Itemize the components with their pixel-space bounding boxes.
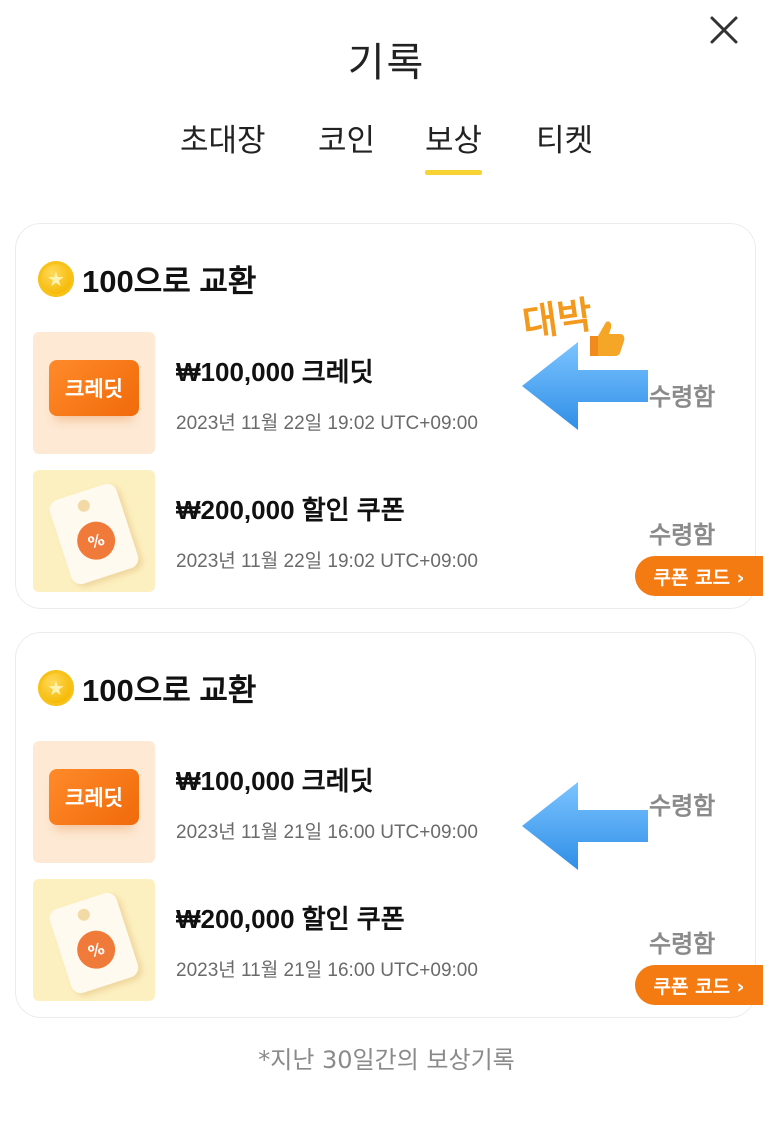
list-item: % ₩200,000 할인 쿠폰 2023년 11월 21일 16:00 UTC… [33, 879, 763, 1005]
credit-thumbnail: 크레딧 [33, 332, 155, 454]
annotation-sticker: 대박 [520, 286, 632, 366]
tab-bar: 초대장 코인 보상 티켓 [0, 115, 773, 185]
coin-icon: ★ [38, 260, 74, 297]
thumbs-up-icon [590, 321, 625, 356]
tab-rewards[interactable]: 보상 [425, 115, 483, 175]
left-arrow-icon [522, 782, 648, 870]
tab-tickets[interactable]: 티켓 [536, 115, 593, 160]
item-date: 2023년 11월 22일 19:02 UTC+09:00 [176, 413, 478, 434]
close-button[interactable] [702, 8, 746, 52]
percent-icon: % [72, 516, 121, 565]
item-name: ₩100,000 크레딧 [176, 357, 374, 387]
credit-label: 크레딧 [49, 769, 139, 825]
status-badge: 수령함 [649, 930, 716, 958]
item-name: ₩100,000 크레딧 [176, 766, 374, 796]
card-heading-label: 100으로 교환 [82, 673, 257, 708]
credit-label: 크레딧 [49, 360, 139, 416]
tab-coins[interactable]: 코인 [318, 115, 375, 160]
item-date: 2023년 11월 21일 16:00 UTC+09:00 [176, 822, 478, 843]
close-icon[interactable] [702, 8, 746, 52]
coupon-code-button[interactable]: 쿠폰 코드 › [635, 556, 763, 596]
card-heading: ★ 100으로 교환 [38, 665, 256, 710]
credit-thumbnail: 크레딧 [33, 741, 155, 863]
page-title: 기록 [347, 40, 426, 86]
item-name: ₩200,000 할인 쿠폰 [176, 904, 405, 934]
item-name: ₩200,000 할인 쿠폰 [176, 495, 405, 525]
status-badge: 수령함 [649, 521, 716, 549]
tab-invitations[interactable]: 초대장 [180, 115, 266, 160]
coupon-thumbnail: % [33, 879, 155, 1001]
coupon-code-button[interactable]: 쿠폰 코드 › [635, 965, 763, 1005]
card-heading: ★ 100으로 교환 [38, 256, 256, 301]
card-heading-label: 100으로 교환 [82, 264, 257, 299]
item-date: 2023년 11월 21일 16:00 UTC+09:00 [176, 960, 478, 981]
status-badge: 수령함 [649, 792, 716, 820]
coin-icon: ★ [38, 669, 74, 706]
list-item: % ₩200,000 할인 쿠폰 2023년 11월 22일 19:02 UTC… [33, 470, 763, 596]
item-date: 2023년 11월 22일 19:02 UTC+09:00 [176, 551, 478, 572]
footer-note: *지난 30일간의 보상기록 [258, 1046, 515, 1074]
coupon-thumbnail: % [33, 470, 155, 592]
status-badge: 수령함 [649, 383, 716, 411]
coupon-tag-icon: % [47, 890, 141, 996]
coupon-tag-icon: % [47, 481, 141, 587]
percent-icon: % [72, 925, 121, 974]
